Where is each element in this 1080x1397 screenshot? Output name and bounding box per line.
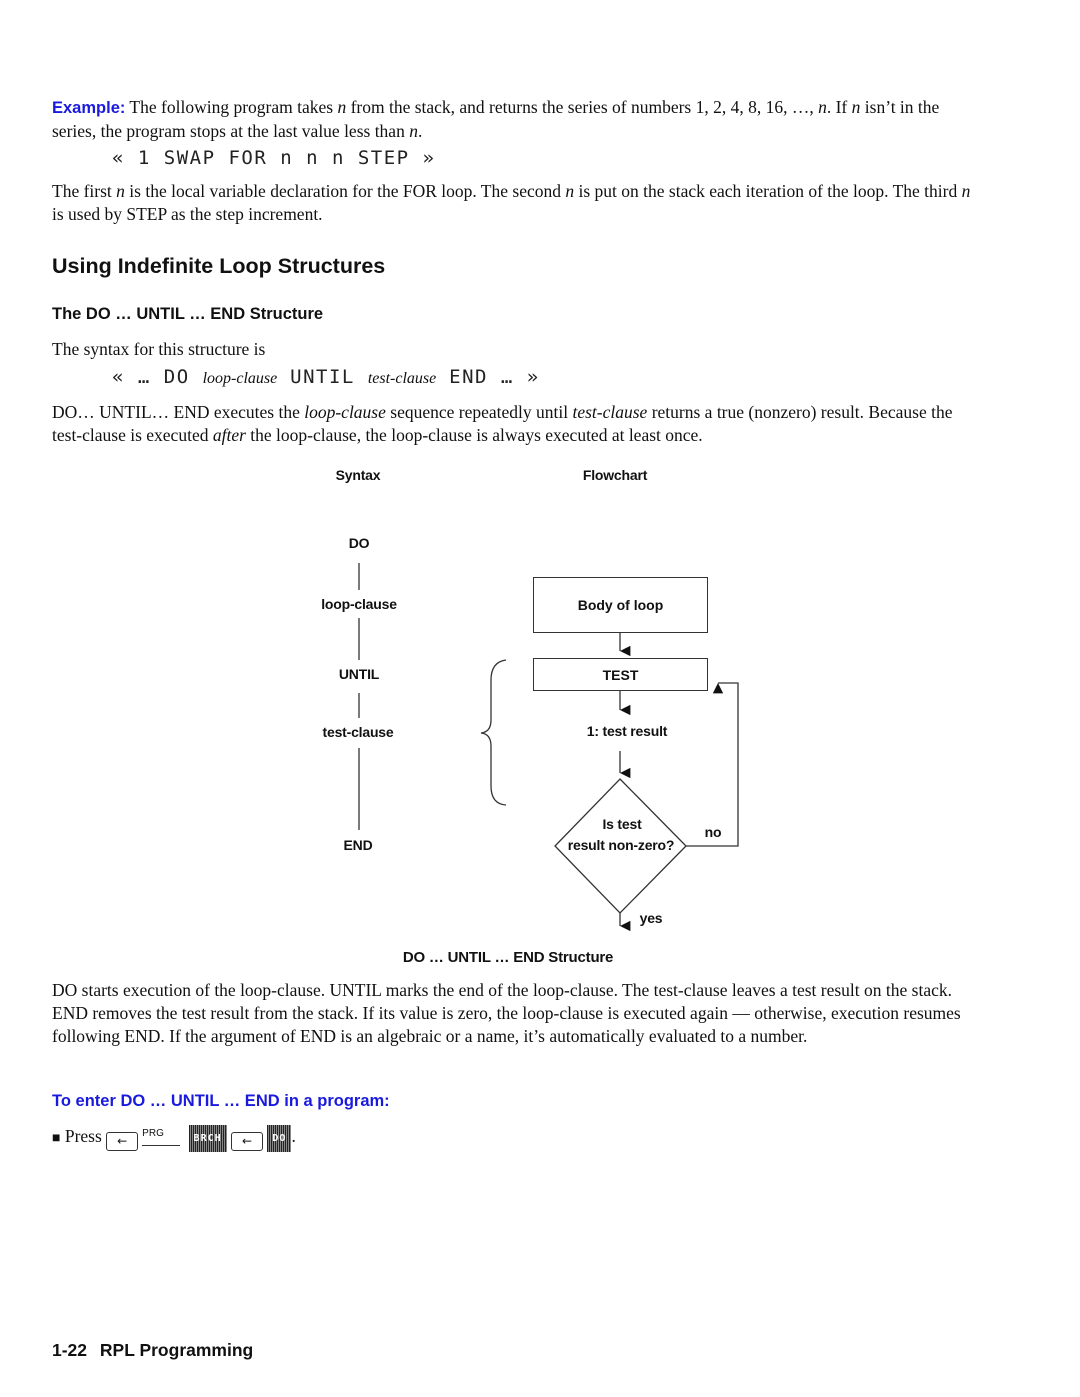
- stack-test-result: 1: test result: [586, 723, 668, 739]
- decision-line-2: result non-zero?: [567, 837, 675, 853]
- decision-line-1: Is test: [602, 816, 642, 832]
- syntax-item-test-clause: test-clause: [322, 724, 394, 740]
- body-paragraph: DO starts execution of the loop-clause. …: [52, 980, 961, 1046]
- syntax-item-until: UNTIL: [338, 666, 380, 682]
- brace-icon: [480, 659, 507, 806]
- diagram-lines: [358, 563, 739, 932]
- brch-softkey[interactable]: BRCH: [188, 1125, 227, 1152]
- diagram-caption: DO … UNTIL … END Structure: [402, 949, 614, 966]
- procedure-step: ■ Press ←PRG BRCH ← DO.: [52, 1122, 296, 1152]
- page-number: 1-22: [52, 1340, 88, 1360]
- procedure-title: To enter DO … UNTIL … END in a program:: [52, 1092, 390, 1110]
- yes-label: yes: [639, 910, 663, 926]
- bullet-icon: ■: [52, 1131, 61, 1146]
- syntax-header: Syntax: [335, 467, 381, 483]
- left-shift-key[interactable]: ←: [231, 1132, 264, 1151]
- syntax-item-loop-clause: loop-clause: [321, 596, 397, 612]
- do-softkey[interactable]: DO: [267, 1125, 292, 1152]
- prg-shift-label: PRG: [142, 1122, 181, 1146]
- no-label: no: [704, 824, 722, 840]
- no-loop-arrow: [686, 682, 739, 847]
- test-box: TEST: [533, 658, 708, 691]
- page-footer: 1-22 RPL Programming: [52, 1340, 253, 1361]
- syntax-item-end: END: [343, 837, 373, 853]
- chapter-title: RPL Programming: [99, 1340, 254, 1360]
- body-of-loop-box: Body of loop: [533, 577, 708, 633]
- syntax-item-do: DO: [348, 535, 370, 551]
- flowchart-header: Flowchart: [582, 467, 648, 483]
- left-shift-key[interactable]: ←: [106, 1132, 139, 1151]
